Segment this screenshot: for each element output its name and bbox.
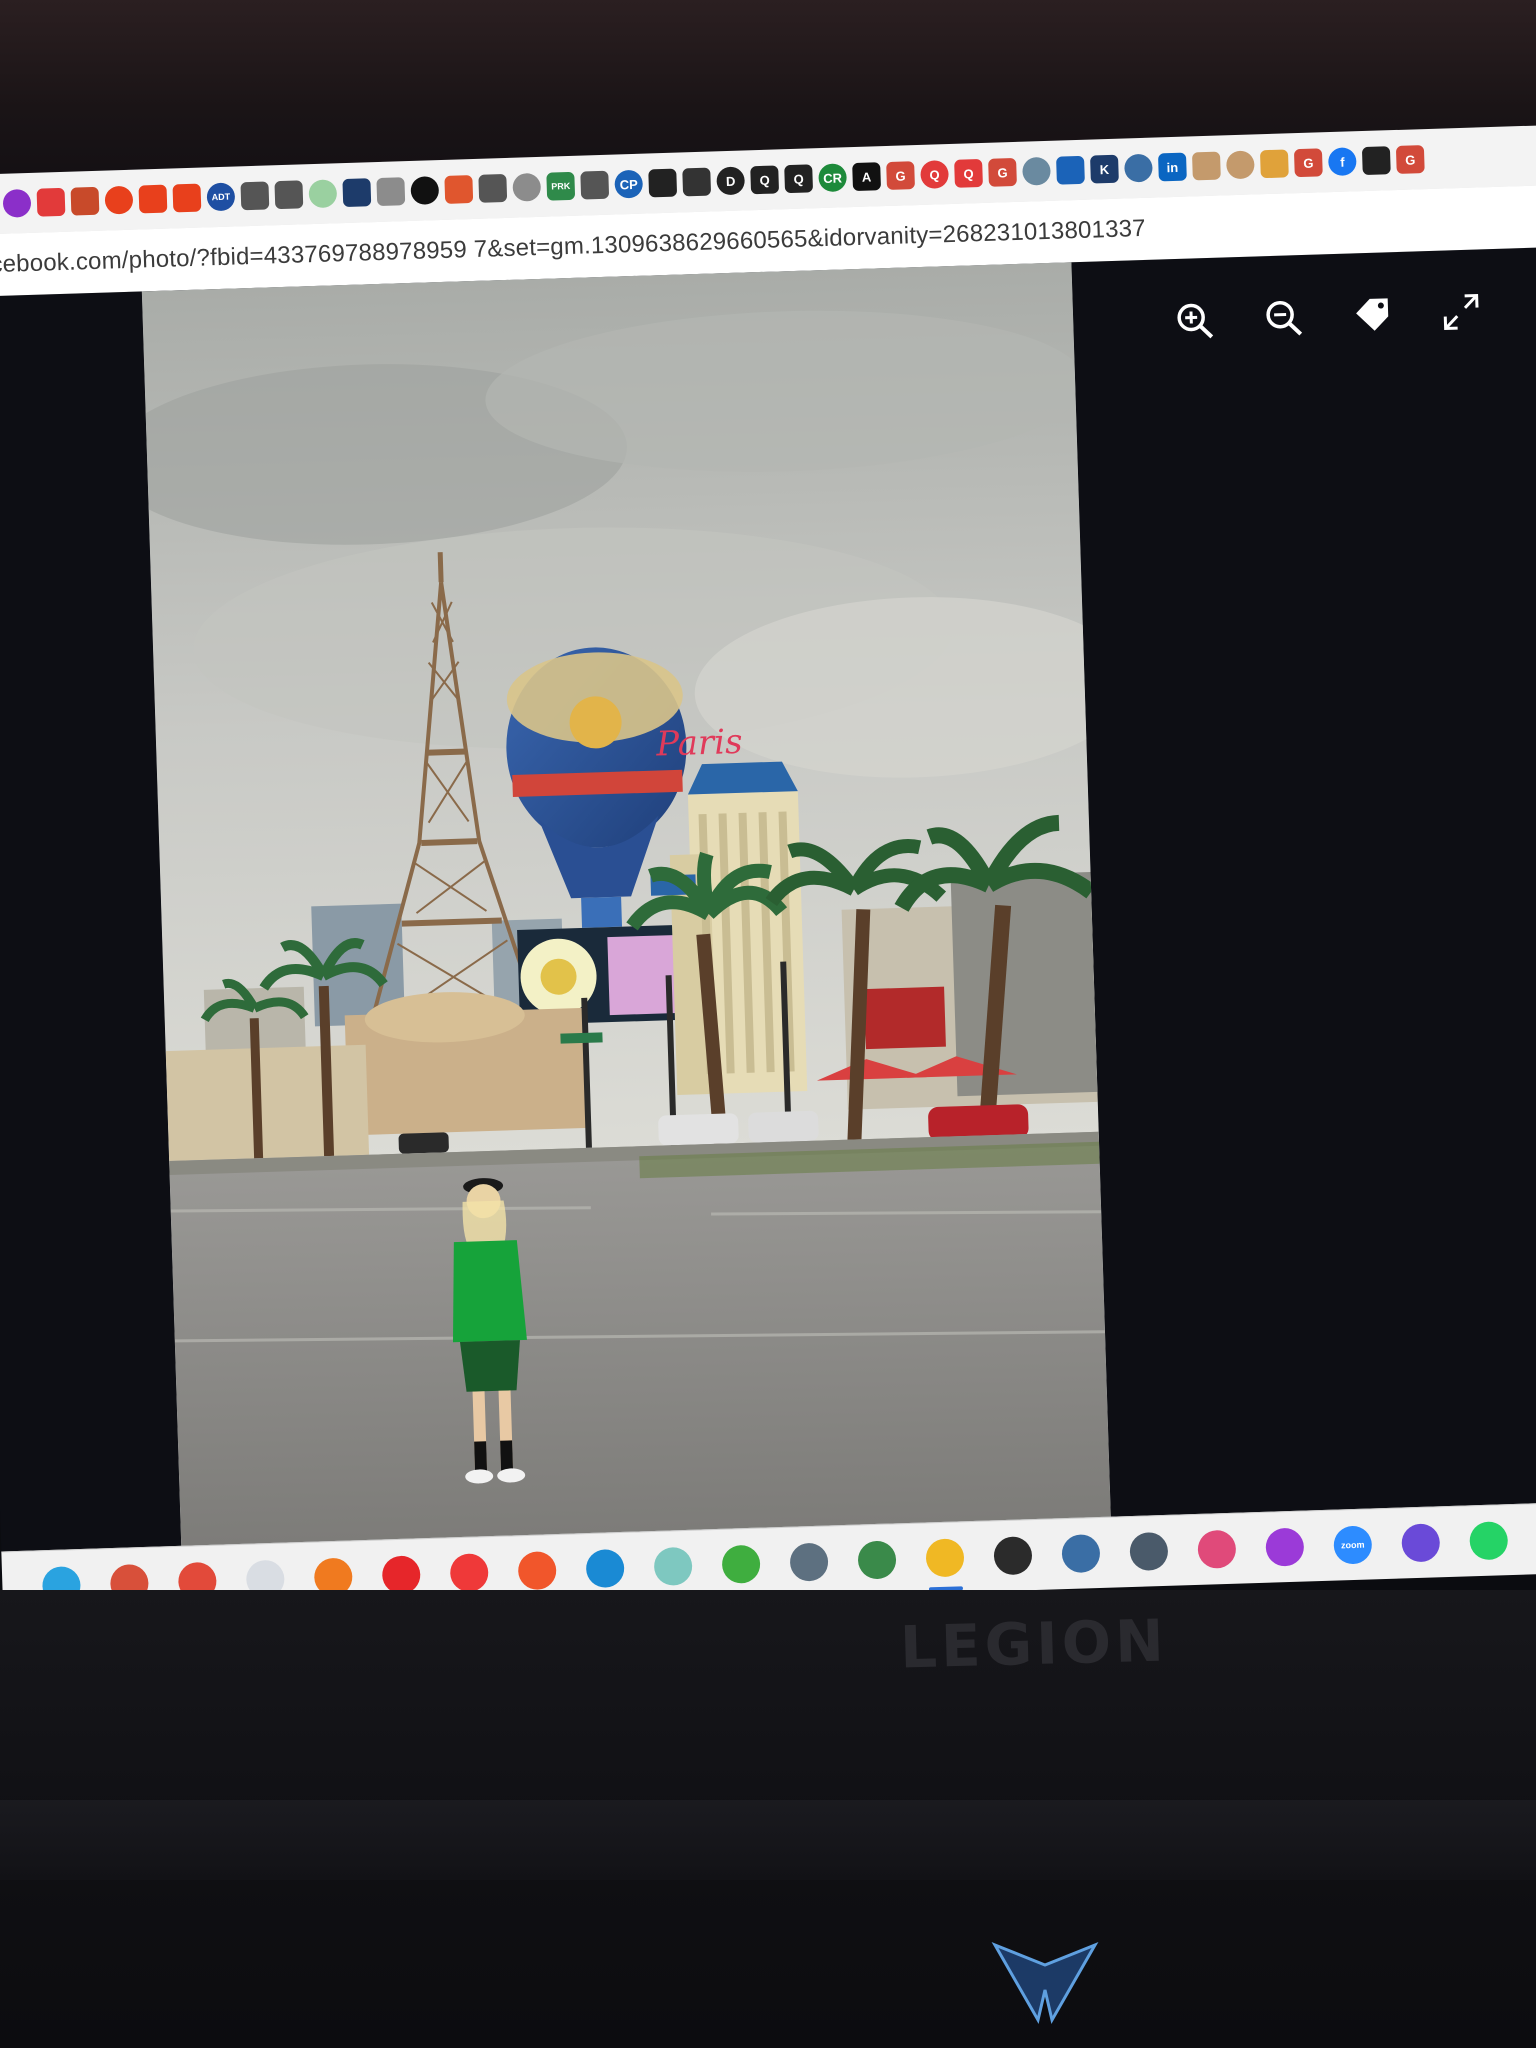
bookmark-label: CR [822, 169, 843, 186]
street-sign [560, 1032, 603, 1044]
globe-icon[interactable] [308, 179, 338, 209]
paris-sign-text: Paris [655, 722, 743, 765]
square-icon[interactable] [104, 185, 134, 215]
adt-icon[interactable]: ADT [206, 182, 236, 212]
bookmark-label: A [861, 168, 872, 185]
bookmark-label: Q [793, 171, 804, 187]
heart-hands-icon[interactable] [1197, 1529, 1237, 1569]
g-icon[interactable]: G [988, 157, 1017, 187]
legion-y-logo-icon [991, 1942, 1099, 2025]
laptop-brand-text: LEGION [899, 1606, 1169, 1682]
layers-icon[interactable] [1361, 146, 1391, 176]
zoom-out-icon[interactable] [1261, 295, 1306, 340]
sun-gear-icon[interactable] [1401, 1523, 1441, 1563]
cr-icon[interactable]: CR [818, 163, 848, 193]
q-icon[interactable]: Q [784, 164, 814, 194]
laptop-hinge [0, 1800, 1536, 1880]
d-icon[interactable]: D [716, 166, 746, 196]
zoom-icon[interactable]: zoom [1333, 1525, 1373, 1565]
bookmark-icon[interactable] [1056, 155, 1085, 185]
bookmark-label: G [997, 164, 1008, 181]
leaf-icon[interactable] [1124, 153, 1153, 183]
folder-icon[interactable] [925, 1538, 965, 1578]
globe-icon[interactable] [274, 180, 304, 210]
bookmark-label: CP [619, 176, 638, 192]
whatsapp-icon[interactable] [1469, 1521, 1509, 1561]
bookmark-label: K [1099, 161, 1110, 177]
heart-icon[interactable] [1259, 149, 1289, 179]
bird-icon[interactable] [1022, 156, 1051, 186]
face-icon[interactable] [1225, 150, 1255, 180]
tag-icon[interactable] [682, 167, 712, 197]
bookmark-label: G [1405, 151, 1416, 168]
tool-icon[interactable] [444, 175, 474, 204]
viewer-toolbar [1172, 289, 1484, 343]
lock-folder-icon[interactable] [857, 1540, 897, 1580]
globe-icon[interactable] [478, 173, 508, 203]
prk-icon[interactable]: PRK [546, 171, 576, 201]
car [658, 1113, 739, 1146]
bookmark-label: D [725, 173, 736, 189]
globe-icon[interactable] [580, 170, 610, 200]
las-vegas-photo: Paris [141, 262, 1111, 1546]
calculator-icon[interactable] [1129, 1531, 1169, 1572]
expand-icon[interactable] [1438, 289, 1483, 334]
network-icon[interactable] [1061, 1533, 1101, 1574]
tag-icon[interactable] [1349, 292, 1394, 337]
cloud-icon[interactable] [342, 178, 372, 208]
g-icon[interactable]: G [1293, 148, 1323, 178]
zoom-in-icon[interactable] [1172, 298, 1217, 343]
cortana-icon[interactable] [653, 1546, 693, 1586]
bookmark-label: Q [963, 165, 974, 182]
bookmark-label: Q [759, 172, 770, 188]
paper-plane-icon[interactable] [512, 172, 542, 202]
globe-icon[interactable] [240, 181, 270, 211]
photo[interactable]: Paris [141, 262, 1111, 1546]
vivaldi-icon[interactable] [449, 1553, 489, 1593]
face-icon[interactable] [1191, 151, 1221, 181]
camera-icon[interactable] [789, 1542, 829, 1582]
bookmark-label: in [1166, 159, 1179, 175]
q-icon[interactable]: Q [920, 160, 949, 189]
edge-icon[interactable] [585, 1548, 625, 1589]
a-icon[interactable]: A [852, 162, 882, 192]
bookmark-label: ADT [211, 191, 231, 203]
bookmark-label: Q [929, 166, 940, 183]
bookmark-label: PRK [551, 180, 571, 192]
threads-icon[interactable] [410, 176, 440, 205]
paper-plane-icon[interactable] [376, 177, 406, 207]
screen: ADT PRK CP D Q Q CR A G Q Q G Kin Gf G acebook.com/pho… [0, 96, 1536, 1625]
opera-icon[interactable] [381, 1555, 421, 1595]
g-icon[interactable]: G [1395, 145, 1425, 174]
pen-icon[interactable] [36, 187, 66, 217]
facebook-icon[interactable]: f [1327, 147, 1357, 177]
cp-icon[interactable]: CP [614, 169, 644, 199]
square-icon[interactable] [172, 183, 202, 213]
fox-icon[interactable] [70, 186, 100, 216]
bookmark-label: f [1339, 154, 1345, 170]
green-leaf-icon[interactable] [721, 1544, 761, 1584]
g-icon[interactable]: G [886, 161, 915, 190]
eye-icon[interactable] [648, 168, 678, 198]
photo-viewer: Paris [0, 247, 1536, 1552]
square-icon[interactable] [138, 184, 168, 214]
k-icon[interactable]: K [1090, 154, 1119, 184]
circle-o-icon[interactable] [2, 188, 32, 218]
linkedin-icon[interactable]: in [1157, 152, 1187, 182]
color-ring-icon[interactable] [993, 1536, 1033, 1576]
photo-of-laptop-screen: ADT PRK CP D Q Q CR A G Q Q G Kin Gf G acebook.com/pho… [0, 0, 1536, 2048]
brave-icon[interactable] [517, 1551, 557, 1591]
circle-app-icon[interactable] [1265, 1527, 1305, 1567]
q-icon[interactable]: Q [954, 158, 983, 188]
bookmark-label: G [1303, 155, 1314, 171]
taskbar-app-label: zoom [1340, 1539, 1365, 1551]
bookmark-label: G [895, 167, 906, 184]
q-icon[interactable]: Q [750, 165, 780, 195]
